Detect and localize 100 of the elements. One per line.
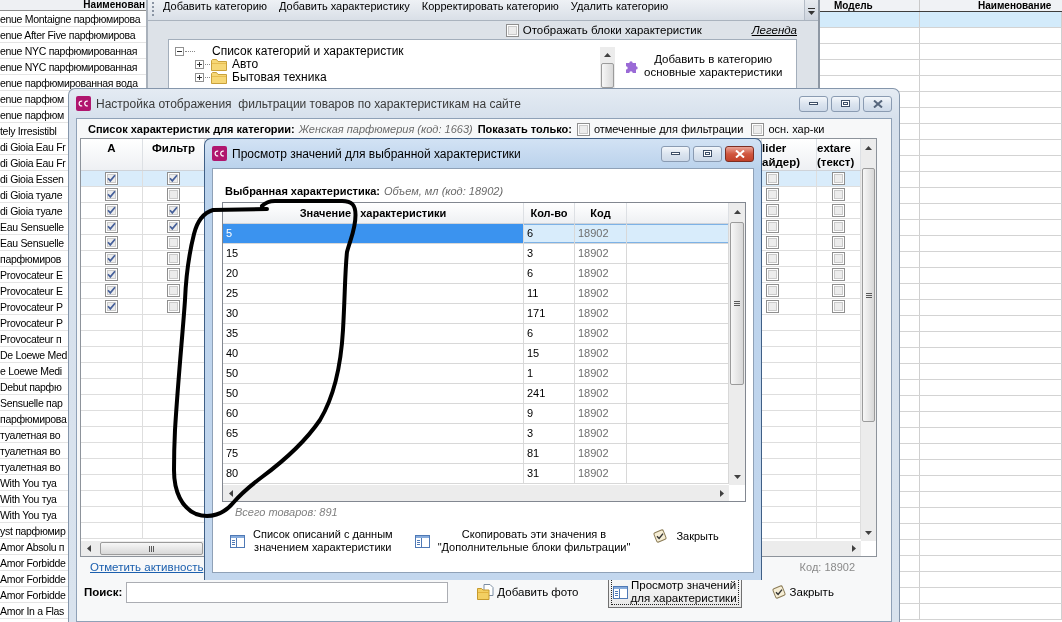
checkbox[interactable] [766,236,779,249]
table-row[interactable]: 65 3 18902 [223,424,729,444]
checkbox[interactable] [167,172,180,185]
table-row[interactable]: 15 3 18902 [223,244,729,264]
checkbox[interactable] [832,220,845,233]
arrow-up-icon[interactable] [865,145,872,150]
table-cell: Amor In a Flas [0,605,65,616]
table-row[interactable]: 30 171 18902 [223,304,729,324]
checkbox[interactable] [832,300,845,313]
arrow-down-icon[interactable] [733,474,741,479]
checkbox[interactable] [766,204,779,217]
scrollbar-thumb[interactable] [862,168,875,422]
arrow-up-icon[interactable] [604,52,611,57]
checkbox[interactable] [167,188,180,201]
checkbox[interactable] [832,268,845,281]
checkbox[interactable] [832,252,845,265]
toolbar-button[interactable]: Добавить характеристику [279,0,410,12]
maximize-button[interactable] [693,145,722,162]
legend-link[interactable]: Легенда [751,24,797,36]
checkbox[interactable] [751,122,765,136]
vertical-scrollbar[interactable] [729,203,745,485]
table-row[interactable]: 50 1 18902 [223,364,729,384]
close-button[interactable]: Закрыть [765,581,839,603]
table-cell: e Loewe Medi [0,365,62,376]
checkbox[interactable] [766,172,779,185]
table-row[interactable]: 35 6 18902 [223,324,729,344]
arrow-right-icon[interactable] [719,489,724,497]
arrow-down-icon[interactable] [865,530,872,535]
checkbox[interactable] [167,220,180,233]
checkbox[interactable] [105,188,118,201]
minimize-button[interactable] [661,145,690,162]
checkbox[interactable] [505,23,519,37]
expand-icon[interactable] [195,60,204,69]
scrollbar-thumb[interactable] [100,542,203,555]
tree-item[interactable]: Авто [195,58,600,71]
checkbox[interactable] [576,122,590,136]
copy-values-button[interactable]: Скопировать эти значения в "Дополнительные блоки фильтрации" [412,526,633,556]
vertical-scrollbar[interactable] [861,139,876,541]
table-row[interactable]: 5 6 18902 [223,224,729,244]
scrollbar-thumb[interactable] [601,63,614,88]
table-row[interactable]: 80 31 18902 [223,464,729,484]
arrow-up-icon[interactable] [733,209,741,214]
checkbox[interactable] [167,300,180,313]
vertical-scrollbar[interactable] [600,47,615,88]
checkbox[interactable] [766,220,779,233]
checkbox[interactable] [766,268,779,281]
mark-activity-link[interactable]: Отметить активность [90,561,204,573]
checkbox[interactable] [167,204,180,217]
arrow-left-icon[interactable] [86,545,91,552]
checkbox[interactable] [105,284,118,297]
horizontal-scrollbar[interactable] [223,485,729,501]
table-row[interactable]: 40 15 18902 [223,344,729,364]
window-close-button[interactable] [863,95,892,112]
scrollbar-thumb[interactable] [730,222,744,385]
checkbox[interactable] [105,236,118,249]
checkbox[interactable] [832,236,845,249]
checkbox[interactable] [832,284,845,297]
checkbox[interactable] [105,268,118,281]
arrow-right-icon[interactable] [851,545,856,552]
checkbox[interactable] [105,172,118,185]
collapse-icon[interactable] [175,47,184,56]
checkbox[interactable] [167,284,180,297]
arrow-left-icon[interactable] [228,489,233,497]
tree-item[interactable]: Бытовая техника [195,71,600,84]
table-row[interactable]: 75 81 18902 [223,444,729,464]
add-photo-button[interactable]: Добавить фото [472,581,584,603]
checkbox[interactable] [766,252,779,265]
checkbox[interactable] [167,268,180,281]
table-cell: 18902 [575,424,627,443]
window-close-button[interactable] [725,145,754,162]
checkbox[interactable] [105,300,118,313]
checkbox[interactable] [105,204,118,217]
descriptions-list-button[interactable]: Список описаний с данным значением характеристики [228,526,395,556]
search-field[interactable] [126,581,449,603]
window-list-icon [414,534,430,548]
table-row[interactable]: 20 6 18902 [223,264,729,284]
checkbox[interactable] [167,236,180,249]
checkbox[interactable] [766,188,779,201]
add-characteristics-button[interactable]: Добавить в категорию основные характеристики [615,53,783,79]
table-cell: 9 [524,404,575,423]
close-button[interactable]: Закрыть [650,526,721,546]
checkbox[interactable] [167,252,180,265]
table-row[interactable]: 60 9 18902 [223,404,729,424]
checkbox[interactable] [832,204,845,217]
tree-item[interactable]: Список категорий и характеристик [175,45,600,58]
toolbar-button[interactable]: Корректировать категорию [421,0,559,12]
maximize-button[interactable] [831,95,860,112]
checkbox[interactable] [105,252,118,265]
checkbox[interactable] [832,188,845,201]
checkbox[interactable] [105,220,118,233]
minimize-button[interactable] [799,95,828,112]
checkbox[interactable] [832,172,845,185]
checkbox[interactable] [766,300,779,313]
toolbar-overflow-button[interactable] [804,0,818,20]
expand-icon[interactable] [195,73,204,82]
toolbar-button[interactable]: Добавить категорию [163,0,268,12]
table-row[interactable]: 25 11 18902 [223,284,729,304]
toolbar-button[interactable]: Удалить категорию [570,0,669,12]
checkbox[interactable] [766,284,779,297]
table-row[interactable]: 50 241 18902 [223,384,729,404]
